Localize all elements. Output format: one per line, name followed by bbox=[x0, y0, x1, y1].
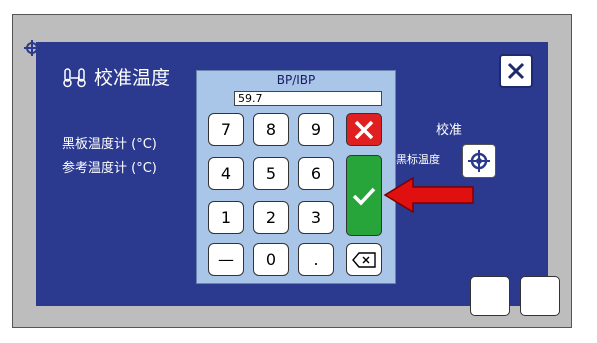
title-text: 校准温度 bbox=[94, 67, 171, 89]
key-decimal[interactable]: . bbox=[298, 243, 334, 276]
keypad-value-display[interactable]: 59.7 bbox=[234, 91, 382, 106]
key-1[interactable]: 1 bbox=[208, 201, 244, 234]
cancel-button[interactable] bbox=[346, 113, 382, 146]
backspace-icon bbox=[352, 251, 376, 268]
reference-thermometer-label: 参考温度计 (°C) bbox=[62, 161, 157, 176]
page-title: 校准温度 bbox=[62, 63, 170, 90]
check-icon bbox=[352, 187, 376, 206]
key-4[interactable]: 4 bbox=[208, 157, 244, 190]
key-7[interactable]: 7 bbox=[208, 113, 244, 146]
key-5[interactable]: 5 bbox=[253, 157, 289, 190]
close-icon bbox=[507, 62, 525, 80]
red-arrow-icon bbox=[383, 176, 474, 214]
key-minus[interactable]: — bbox=[208, 243, 244, 276]
key-6[interactable]: 6 bbox=[298, 157, 334, 190]
calibrate-label: 校准 bbox=[436, 123, 463, 138]
x-icon bbox=[354, 120, 374, 139]
key-0[interactable]: 0 bbox=[253, 243, 289, 276]
key-3[interactable]: 3 bbox=[298, 201, 334, 234]
numeric-keypad: BP/IBP 59.7 7 8 9 4 5 6 1 2 3 — 0 . bbox=[196, 70, 396, 284]
close-button[interactable] bbox=[499, 54, 533, 88]
partially-hidden-button[interactable] bbox=[470, 276, 510, 316]
confirm-button[interactable] bbox=[346, 155, 382, 236]
key-8[interactable]: 8 bbox=[253, 113, 289, 146]
partially-hidden-button[interactable] bbox=[520, 276, 560, 316]
backspace-button[interactable] bbox=[346, 243, 382, 276]
keypad-title: BP/IBP bbox=[276, 73, 316, 87]
calibrate-target-button[interactable] bbox=[462, 144, 496, 178]
key-9[interactable]: 9 bbox=[298, 113, 334, 146]
crosshair-icon bbox=[468, 150, 490, 172]
thermometer-icon bbox=[63, 67, 86, 87]
black-panel-thermometer-label: 黑板温度计 (°C) bbox=[62, 137, 157, 152]
black-temp-label: 黑标温度 bbox=[396, 153, 440, 166]
key-2[interactable]: 2 bbox=[253, 201, 289, 234]
